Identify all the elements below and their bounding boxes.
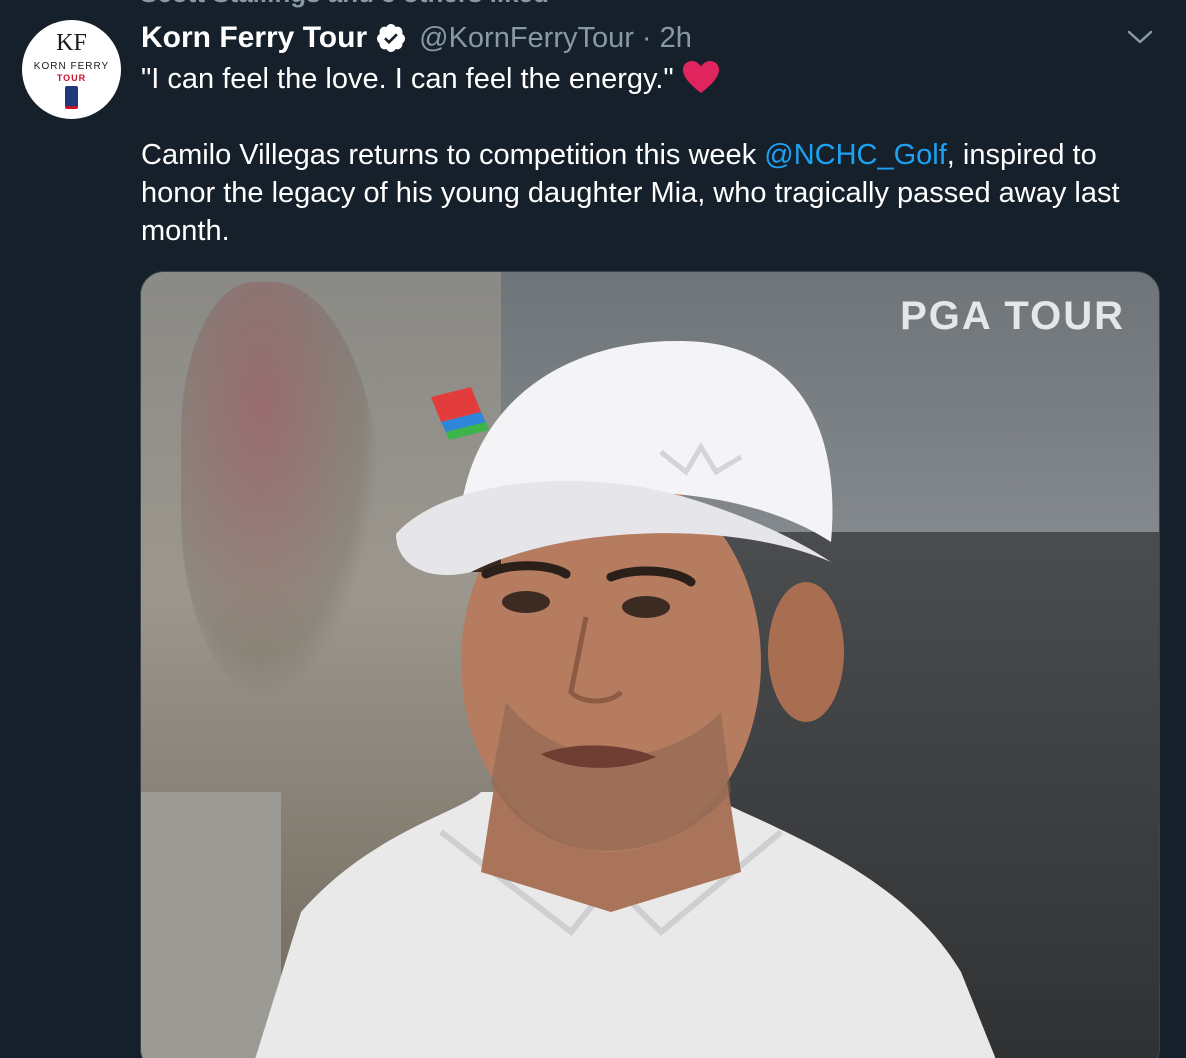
social-context[interactable]: Scott Stallings and 5 others liked <box>140 0 549 9</box>
avatar-logo-mark: KF <box>56 30 87 56</box>
tweet-header: Korn Ferry Tour @KornFerryTour · 2h <box>141 18 692 58</box>
red-heart-emoji-icon <box>682 61 719 93</box>
tweet[interactable]: Scott Stallings and 5 others liked KF KO… <box>0 0 1186 1058</box>
tweet-quote: "I can feel the love. I can feel the ene… <box>141 63 674 95</box>
handle[interactable]: @KornFerryTour <box>419 22 634 55</box>
video-frame-golfer <box>255 341 996 1058</box>
avatar-logo-text: KORN FERRY <box>33 61 110 72</box>
timestamp[interactable]: 2h <box>660 22 692 55</box>
tweet-body-before: Camilo Villegas returns to competition t… <box>141 139 765 171</box>
pga-tour-watermark: PGA TOUR <box>900 294 1125 338</box>
separator-dot: · <box>641 21 652 54</box>
avatar[interactable]: KF KORN FERRY TOUR <box>22 20 121 119</box>
tweet-body: Camilo Villegas returns to competition t… <box>141 136 1171 250</box>
tweet-text: "I can feel the love. I can feel the ene… <box>141 60 1171 250</box>
verified-badge-icon <box>377 24 406 52</box>
chevron-down-icon[interactable] <box>1126 26 1154 48</box>
video-player[interactable]: PGA TOUR <box>140 271 1160 1058</box>
mention-link[interactable]: @NCHC_Golf <box>764 139 947 171</box>
avatar-logo-tour: TOUR <box>56 73 87 83</box>
display-name[interactable]: Korn Ferry Tour <box>141 21 367 55</box>
pga-tour-badge-icon <box>65 86 78 109</box>
tweet-quote-line: "I can feel the love. I can feel the ene… <box>141 60 1171 98</box>
